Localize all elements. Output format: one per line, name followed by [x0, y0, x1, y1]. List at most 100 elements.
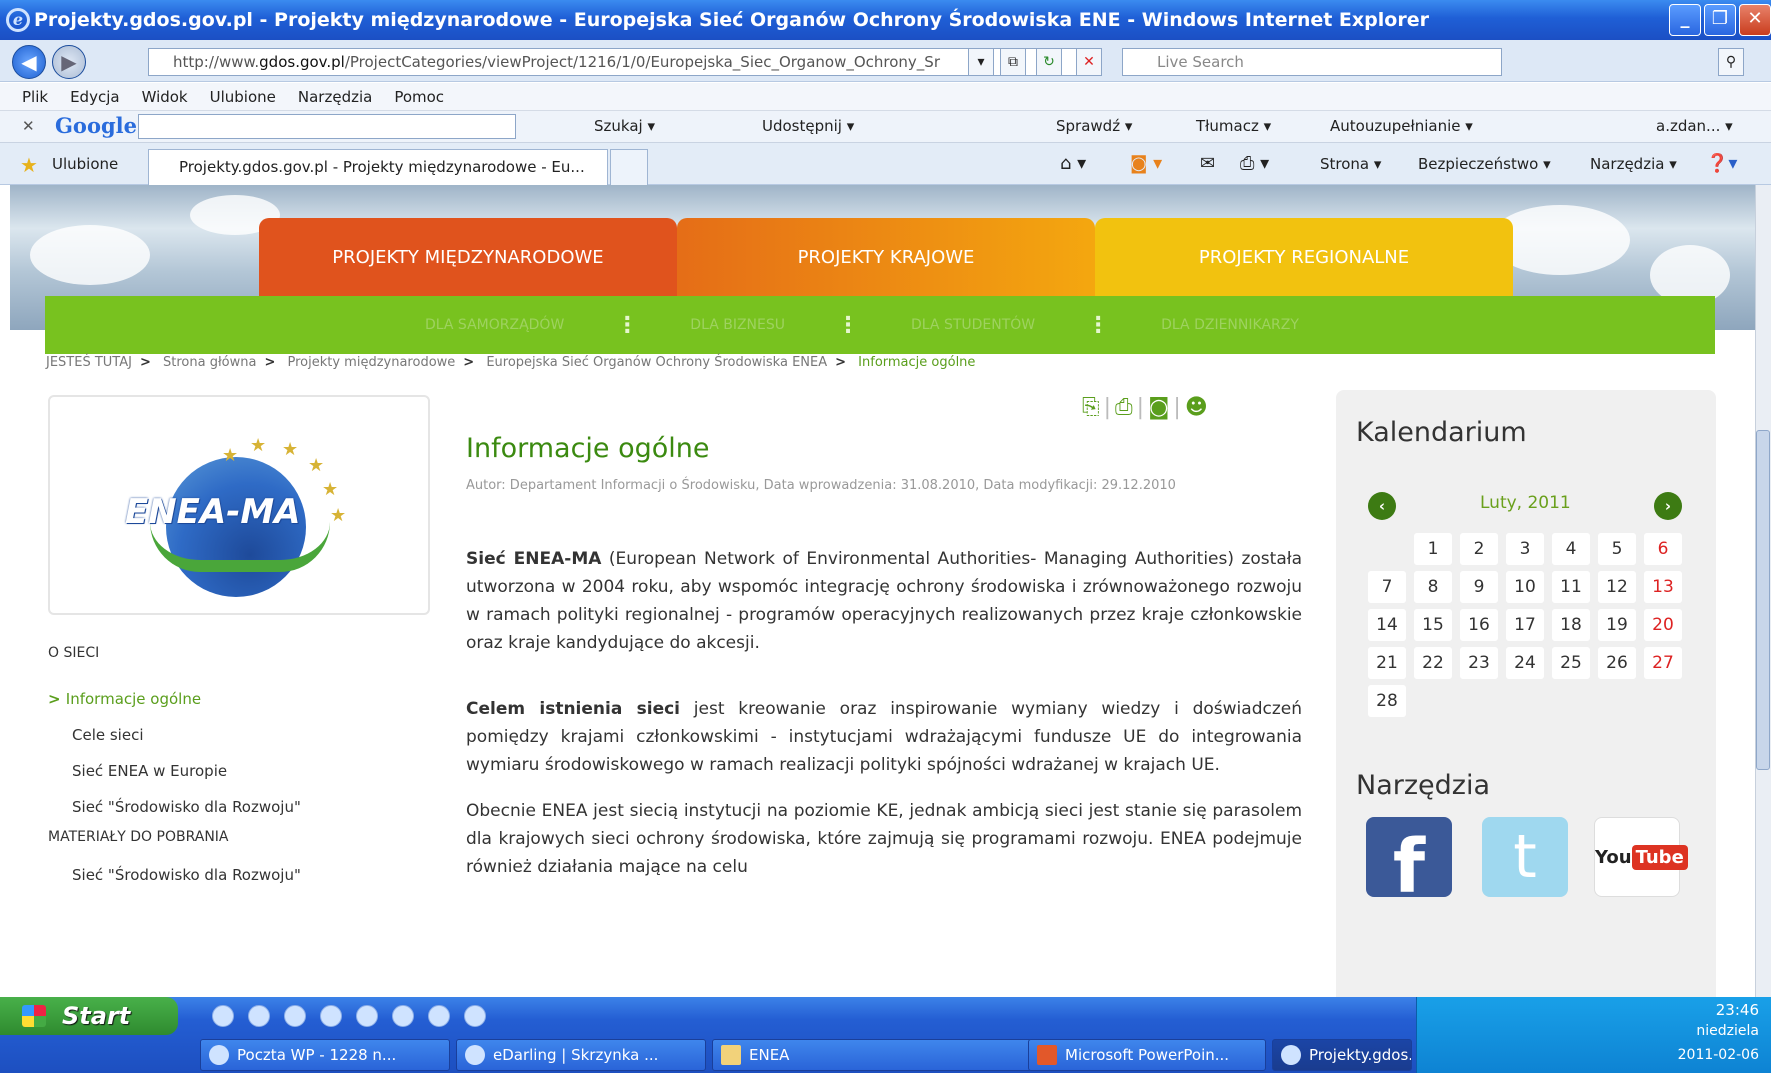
calendar-day[interactable]: 2: [1460, 533, 1498, 565]
print-icon[interactable]: ⎙ ▾: [1240, 153, 1269, 174]
app-quicklaunch-icon-7[interactable]: [428, 1005, 450, 1027]
calendar-day[interactable]: 4: [1552, 533, 1590, 565]
ie-quicklaunch-icon[interactable]: [212, 1005, 234, 1027]
calendar-day[interactable]: 8: [1414, 571, 1452, 603]
refresh-icon[interactable]: ↻: [1036, 48, 1062, 76]
tab-international[interactable]: PROJEKTY MIĘDZYNARODOWE: [259, 218, 677, 298]
restore-button[interactable]: ❐: [1704, 4, 1736, 36]
calendar-prev-button[interactable]: ‹: [1368, 492, 1396, 520]
breadcrumb-enea[interactable]: Europejska Sieć Organów Ochrony Środowis…: [486, 355, 827, 370]
calendar-day[interactable]: 21: [1368, 647, 1406, 679]
translate-button[interactable]: Tłumacz ▾: [1196, 117, 1271, 135]
menu-help[interactable]: Pomoc: [394, 88, 444, 106]
calendar-day[interactable]: 18: [1552, 609, 1590, 641]
mail-icon[interactable]: ✉: [1200, 153, 1215, 174]
calendar-day[interactable]: 6: [1644, 533, 1682, 565]
menu-tools[interactable]: Narzędzia: [298, 88, 372, 106]
new-tab-button[interactable]: [610, 149, 648, 185]
live-search-input[interactable]: Live Search: [1122, 48, 1502, 76]
calendar-day[interactable]: 27: [1644, 647, 1682, 679]
calendar-day[interactable]: 1: [1414, 533, 1452, 565]
calendar-day[interactable]: 14: [1368, 609, 1406, 641]
calendar-day[interactable]: 13: [1644, 571, 1682, 603]
app-quicklaunch-icon-4[interactable]: [320, 1005, 342, 1027]
calendar-day[interactable]: 9: [1460, 571, 1498, 603]
close-toolbar-icon[interactable]: ✕: [22, 117, 35, 135]
start-button[interactable]: Start: [0, 997, 178, 1035]
browser-quicklaunch-icon[interactable]: [248, 1005, 270, 1027]
tab-national[interactable]: PROJEKTY KRAJOWE: [677, 218, 1095, 298]
menu-edit[interactable]: Edycja: [70, 88, 119, 106]
share-button[interactable]: Udostępnij ▾: [762, 117, 854, 135]
nav-business[interactable]: DLA BIZNESU: [690, 317, 785, 333]
compat-view-icon[interactable]: ⧉: [1000, 48, 1026, 76]
calendar-day[interactable]: 20: [1644, 609, 1682, 641]
stop-icon[interactable]: ✕: [1076, 48, 1102, 76]
rss-icon[interactable]: ◙ ▾: [1130, 153, 1162, 174]
nav-journalists[interactable]: DLA DZIENNIKARZY: [1161, 317, 1299, 333]
calendar-day[interactable]: 25: [1552, 647, 1590, 679]
autofill-button[interactable]: Autouzupełnianie ▾: [1330, 117, 1473, 135]
sidebar-item-download[interactable]: Sieć "Środowisko dla Rozwoju": [48, 857, 428, 893]
page-scrollbar[interactable]: [1755, 185, 1771, 997]
scrollbar-thumb[interactable]: [1756, 430, 1770, 770]
favorites-button[interactable]: Ulubione: [52, 155, 118, 173]
minimize-button[interactable]: _: [1669, 4, 1701, 36]
app-quicklaunch-icon-6[interactable]: [392, 1005, 414, 1027]
nav-local-gov[interactable]: DLA SAMORZĄDÓW: [425, 317, 564, 333]
task-powerpoint[interactable]: Microsoft PowerPoin...: [1028, 1039, 1266, 1071]
calendar-day[interactable]: 15: [1414, 609, 1452, 641]
youtube-icon[interactable]: You Tube: [1594, 817, 1688, 897]
task-poczta[interactable]: Poczta WP - 1228 n...: [200, 1039, 450, 1071]
account-button[interactable]: a.zdan... ▾: [1656, 117, 1733, 135]
back-button[interactable]: ◀: [12, 45, 46, 79]
calendar-day[interactable]: 17: [1506, 609, 1544, 641]
calendar-day[interactable]: 22: [1414, 647, 1452, 679]
task-enea[interactable]: ENEA: [712, 1039, 1032, 1071]
home-icon[interactable]: ⌂ ▾: [1060, 153, 1086, 174]
search-icon[interactable]: ⚲: [1718, 48, 1744, 76]
menu-favorites[interactable]: Ulubione: [210, 88, 276, 106]
safety-menu[interactable]: Bezpieczeństwo ▾: [1418, 155, 1551, 173]
calendar-day[interactable]: 16: [1460, 609, 1498, 641]
calendar-day[interactable]: 28: [1368, 685, 1406, 717]
sidebar-item-general[interactable]: > Informacje ogólne: [48, 681, 428, 717]
address-dropdown-button[interactable]: ▾: [968, 48, 994, 76]
help-icon[interactable]: ❓▾: [1706, 153, 1737, 174]
menu-file[interactable]: Plik: [22, 88, 48, 106]
google-search-button[interactable]: Szukaj ▾: [594, 117, 655, 135]
task-projekty[interactable]: Projekty.gdos.gov....: [1272, 1039, 1412, 1071]
calendar-day[interactable]: 24: [1506, 647, 1544, 679]
media-quicklaunch-icon[interactable]: [284, 1005, 306, 1027]
share-icon[interactable]: ☻: [1185, 395, 1212, 420]
rss-page-icon[interactable]: ◙: [1148, 395, 1173, 420]
calendar-day[interactable]: 5: [1598, 533, 1636, 565]
app-quicklaunch-icon-8[interactable]: [464, 1005, 486, 1027]
calendar-day[interactable]: 19: [1598, 609, 1636, 641]
calendar-day[interactable]: 11: [1552, 571, 1590, 603]
tab-regional[interactable]: PROJEKTY REGIONALNE: [1095, 218, 1513, 298]
nav-students[interactable]: DLA STUDENTÓW: [911, 317, 1035, 333]
tools-menu[interactable]: Narzędzia ▾: [1590, 155, 1677, 173]
calendar-day[interactable]: 7: [1368, 571, 1406, 603]
twitter-icon[interactable]: t: [1482, 817, 1568, 897]
facebook-icon[interactable]: f: [1366, 817, 1452, 910]
breadcrumb-home[interactable]: Strona główna: [163, 355, 256, 370]
close-button[interactable]: ✕: [1739, 4, 1771, 36]
calendar-day[interactable]: 23: [1460, 647, 1498, 679]
google-search-input[interactable]: [138, 114, 516, 139]
calendar-day[interactable]: 26: [1598, 647, 1636, 679]
menu-view[interactable]: Widok: [142, 88, 188, 106]
calendar-next-button[interactable]: ›: [1654, 492, 1682, 520]
calendar-day[interactable]: 12: [1598, 571, 1636, 603]
pdf-icon[interactable]: ⎘: [1082, 395, 1104, 420]
calendar-day[interactable]: 3: [1506, 533, 1544, 565]
spellcheck-button[interactable]: Sprawdź ▾: [1056, 117, 1132, 135]
print-page-icon[interactable]: ⎙: [1115, 395, 1137, 420]
page-menu[interactable]: Strona ▾: [1320, 155, 1381, 173]
browser-tab-active[interactable]: Projekty.gdos.gov.pl - Projekty międzyna…: [148, 149, 608, 185]
sidebar-item-env-dev[interactable]: Sieć "Środowisko dla Rozwoju": [48, 789, 428, 825]
sidebar-item-europe[interactable]: Sieć ENEA w Europie: [48, 753, 428, 789]
calendar-day[interactable]: 10: [1506, 571, 1544, 603]
app-quicklaunch-icon-5[interactable]: [356, 1005, 378, 1027]
